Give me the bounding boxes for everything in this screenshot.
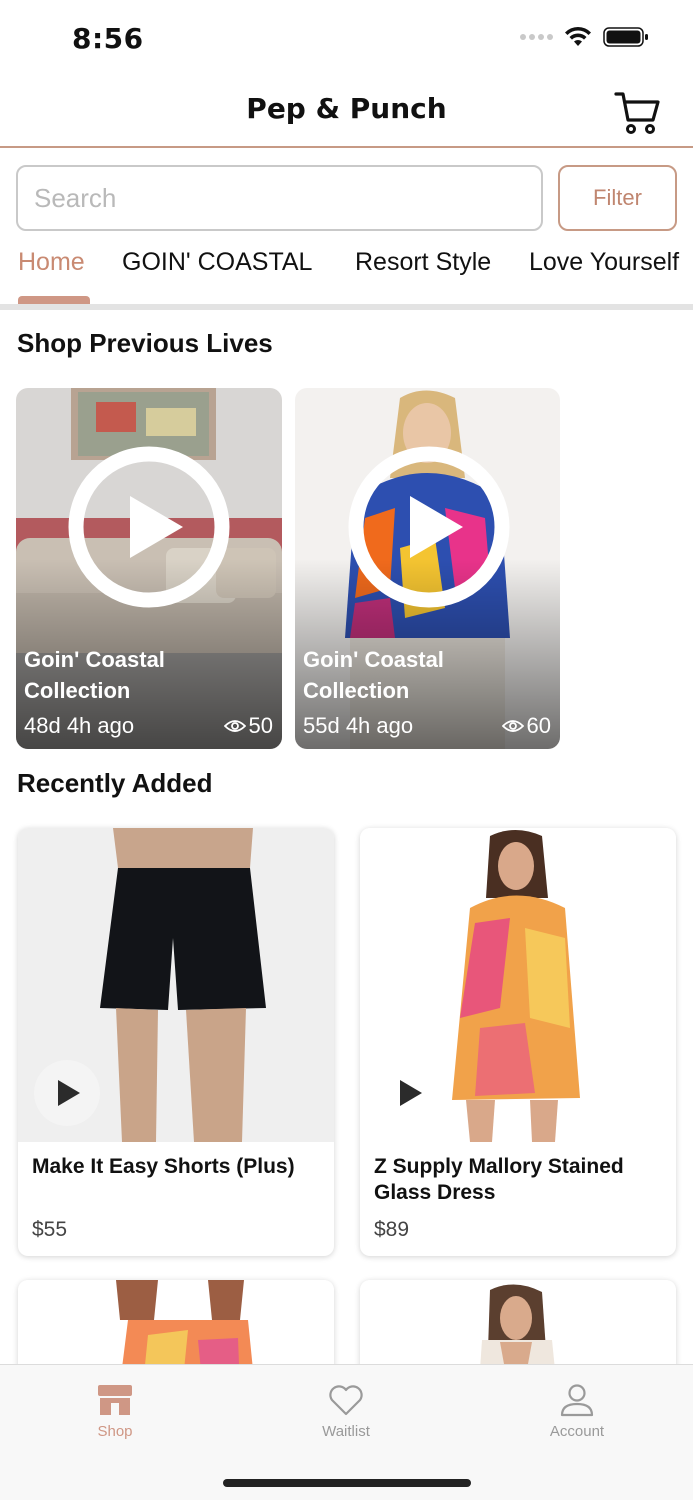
tab-account[interactable]: Account: [517, 1383, 637, 1440]
tab-home[interactable]: Home: [18, 248, 85, 277]
cart-icon[interactable]: [613, 90, 661, 136]
status-icons: [520, 26, 649, 48]
storefront-icon: [98, 1385, 132, 1415]
search-input[interactable]: [16, 165, 543, 231]
eye-icon: [223, 720, 246, 732]
filter-button[interactable]: Filter: [558, 165, 677, 231]
product-name: Z Supply Mallory Stained Glass Dress: [374, 1155, 624, 1204]
live-replay-card[interactable]: Goin' Coastal Collection 48d 4h ago 50: [16, 388, 282, 749]
live-time-ago: 55d 4h ago: [303, 713, 414, 738]
heart-icon: [329, 1385, 363, 1416]
recently-added-heading: Recently Added: [17, 768, 213, 798]
view-count: 60: [501, 713, 551, 739]
live-title: Goin' Coastal Collection: [303, 647, 444, 703]
tab-shop-label: Shop: [97, 1423, 133, 1440]
view-count-value: 50: [248, 713, 273, 738]
battery-icon: [603, 27, 648, 47]
tab-waitlist-label: Waitlist: [322, 1423, 370, 1440]
product-card[interactable]: Make It Easy Shorts (Plus) $55: [18, 828, 334, 1256]
play-icon[interactable]: [348, 446, 510, 608]
person-icon: [560, 1384, 594, 1417]
eye-icon: [501, 720, 524, 732]
tab-resort-style[interactable]: Resort Style: [355, 248, 491, 277]
app-header: Pep & Punch: [0, 80, 693, 148]
home-indicator: [223, 1479, 471, 1487]
product-card[interactable]: Z Supply Mallory Stained Glass Dress $89: [360, 828, 676, 1256]
view-count: 50: [223, 713, 273, 739]
play-video-icon[interactable]: [376, 1060, 442, 1126]
product-price: $55: [32, 1218, 68, 1241]
previous-lives-heading: Shop Previous Lives: [17, 328, 273, 358]
category-tabs: Home GOIN' COASTAL Resort Style Love You…: [0, 240, 693, 310]
status-time: 8:56: [72, 22, 144, 55]
product-name: Make It Easy Shorts (Plus): [32, 1155, 295, 1178]
status-bar: 8:56: [0, 0, 693, 80]
wifi-icon: [565, 26, 591, 46]
product-price: $89: [374, 1218, 410, 1241]
tab-account-label: Account: [549, 1423, 605, 1440]
tab-goin-coastal[interactable]: GOIN' COASTAL: [122, 248, 312, 277]
play-video-icon[interactable]: [34, 1060, 100, 1126]
view-count-value: 60: [526, 713, 551, 738]
tab-love-yourself[interactable]: Love Yourself: [529, 248, 679, 277]
store-title: Pep & Punch: [246, 92, 447, 125]
active-tab-indicator: [18, 296, 90, 304]
live-time-ago: 48d 4h ago: [24, 713, 135, 738]
live-title: Goin' Coastal Collection: [24, 647, 165, 703]
tab-shop[interactable]: Shop: [55, 1383, 175, 1440]
live-replay-card[interactable]: Goin' Coastal Collection 55d 4h ago 60: [295, 388, 560, 749]
play-icon[interactable]: [68, 446, 230, 608]
tab-waitlist[interactable]: Waitlist: [286, 1383, 406, 1440]
cellular-signal-icon: [520, 34, 553, 40]
